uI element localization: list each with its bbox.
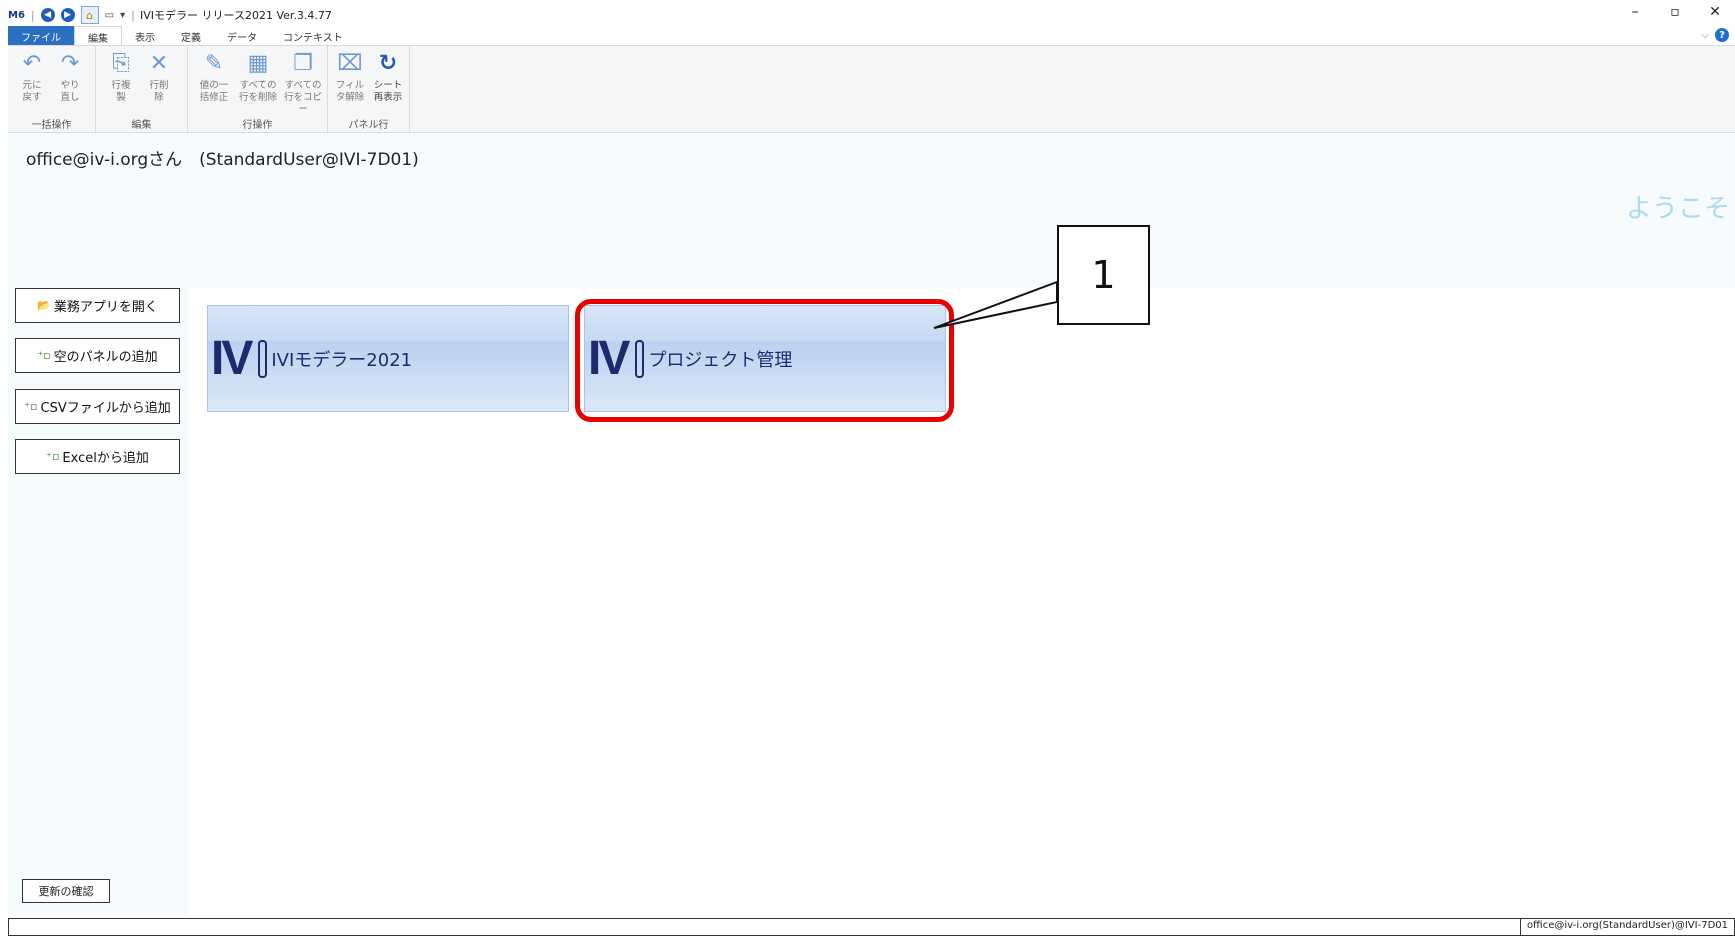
copy-all-rows-icon: ❐ [293,51,313,76]
ribbon: ↶ 元に 戻す ↷ やり 直し 一括操作 ⎘ 行複 製 ✕ 行削 除 編集 ✎ … [8,45,1735,133]
delete-all-rows-button[interactable]: ▦ すべての 行を削除 [236,50,280,104]
tile-label: IVIモデラー2021 [271,349,413,371]
undo-button[interactable]: ↶ 元に 戻す [13,50,51,104]
delete-row-icon: ✕ [149,51,169,76]
quick-access-toolbar: M6 | ◀ ▶ ⌂ ▭ ▾ | [8,6,135,24]
status-user: office@iv-i.org(StandardUser)@IVI-7D01 [1519,918,1734,936]
group-label-row-ops: 行操作 [242,120,273,131]
callout-number: 1 [1057,225,1150,325]
redo-button[interactable]: ↷ やり 直し [51,50,89,104]
undo-icon: ↶ [22,51,42,76]
clear-filter-icon: ⌧ [337,51,363,76]
copy-row-icon: ⎘ [112,51,130,76]
ribbon-tabs: ファイル 編集 表示 定義 データ コンテキスト [8,26,356,45]
tab-context[interactable]: コンテキスト [270,26,356,45]
refresh-icon: ↻ [378,51,398,76]
help-icon[interactable]: ? [1715,28,1729,42]
tab-file[interactable]: ファイル [8,26,74,45]
redo-icon: ↷ [60,51,80,76]
add-from-excel-button[interactable]: ⁺▫ Excelから追加 [15,439,180,474]
ribbon-group-panel-row: ⌧ フィル タ解除 ↻ シート 再表示 パネル行 [328,46,410,133]
back-icon[interactable]: ◀ [40,8,55,22]
close-button[interactable]: ✕ [1700,4,1730,20]
add-panel-icon: ⁺▫ [37,349,51,362]
status-bar: office@iv-i.org(StandardUser)@IVI-7D01 [8,918,1735,936]
tab-data[interactable]: データ [214,26,270,45]
ribbon-help-area: ⌵ ? [1701,28,1729,42]
bracket-icon [258,339,268,378]
customize-qa-icon[interactable]: ▾ [120,10,125,21]
ivi-logo-icon: IV [211,332,253,385]
group-label-panel-row: パネル行 [348,120,389,131]
open-business-app-button[interactable]: 📂 業務アプリを開く [15,288,180,323]
add-from-csv-button[interactable]: ⁺▫ CSVファイルから追加 [15,389,180,424]
tab-view[interactable]: 表示 [122,26,168,45]
ribbon-group-bulk: ↶ 元に 戻す ↷ やり 直し 一括操作 [8,46,96,133]
group-label-edit: 編集 [131,120,152,131]
app-tile-ivi-modeler[interactable]: IV IVIモデラー2021 [207,305,569,412]
duplicate-row-button[interactable]: ⎘ 行複 製 [102,50,140,104]
window-title: IVIモデラー リリース2021 Ver.3.4.77 [140,9,332,22]
app-logo: M6 [8,9,25,21]
check-update-button[interactable]: 更新の確認 [22,879,110,903]
forward-icon[interactable]: ▶ [60,8,75,22]
delete-row-button[interactable]: ✕ 行削 除 [140,50,178,104]
collapse-ribbon-icon[interactable]: ⌵ [1701,30,1709,41]
highlight-frame [575,299,954,422]
user-bar: office@iv-i.orgさん (StandardUser@IVI-7D01… [8,133,1735,288]
group-label-bulk: 一括操作 [31,120,72,131]
tab-definition[interactable]: 定義 [168,26,214,45]
user-info: office@iv-i.orgさん (StandardUser@IVI-7D01… [26,150,419,170]
refresh-sheet-button[interactable]: ↻ シート 再表示 [369,50,407,104]
ribbon-group-row-ops: ✎ 値の一 括修正 ▦ すべての 行を削除 ❐ すべての 行をコピー 行操作 [188,46,328,133]
add-empty-panel-button[interactable]: ⁺▫ 空のパネルの追加 [15,338,180,373]
ribbon-group-edit: ⎘ 行複 製 ✕ 行削 除 編集 [96,46,188,133]
open-app-icon: 📂 [37,299,51,312]
home-icon[interactable]: ⌂ [80,6,99,24]
add-csv-icon: ⁺▫ [24,400,38,413]
copy-all-rows-button[interactable]: ❐ すべての 行をコピー [280,50,326,116]
window-list-icon[interactable]: ▭ [105,10,114,21]
title-bar: M6 | ◀ ▶ ⌂ ▭ ▾ | IVIモデラー リリース2021 Ver.3.… [0,0,1735,26]
minimize-button[interactable]: – [1620,4,1650,20]
tab-edit[interactable]: 編集 [74,26,122,45]
left-panel: 📂 業務アプリを開く ⁺▫ 空のパネルの追加 ⁺▫ CSVファイルから追加 ⁺▫… [8,288,188,915]
add-excel-icon: ⁺▫ [46,450,60,463]
bulk-edit-icon: ✎ [204,51,224,76]
restore-button[interactable]: ▫ [1660,4,1690,20]
delete-all-rows-icon: ▦ [247,51,269,76]
bulk-edit-button[interactable]: ✎ 値の一 括修正 [192,50,236,104]
welcome-text: ようこそ [1625,194,1730,224]
clear-filter-button[interactable]: ⌧ フィル タ解除 [331,50,369,104]
